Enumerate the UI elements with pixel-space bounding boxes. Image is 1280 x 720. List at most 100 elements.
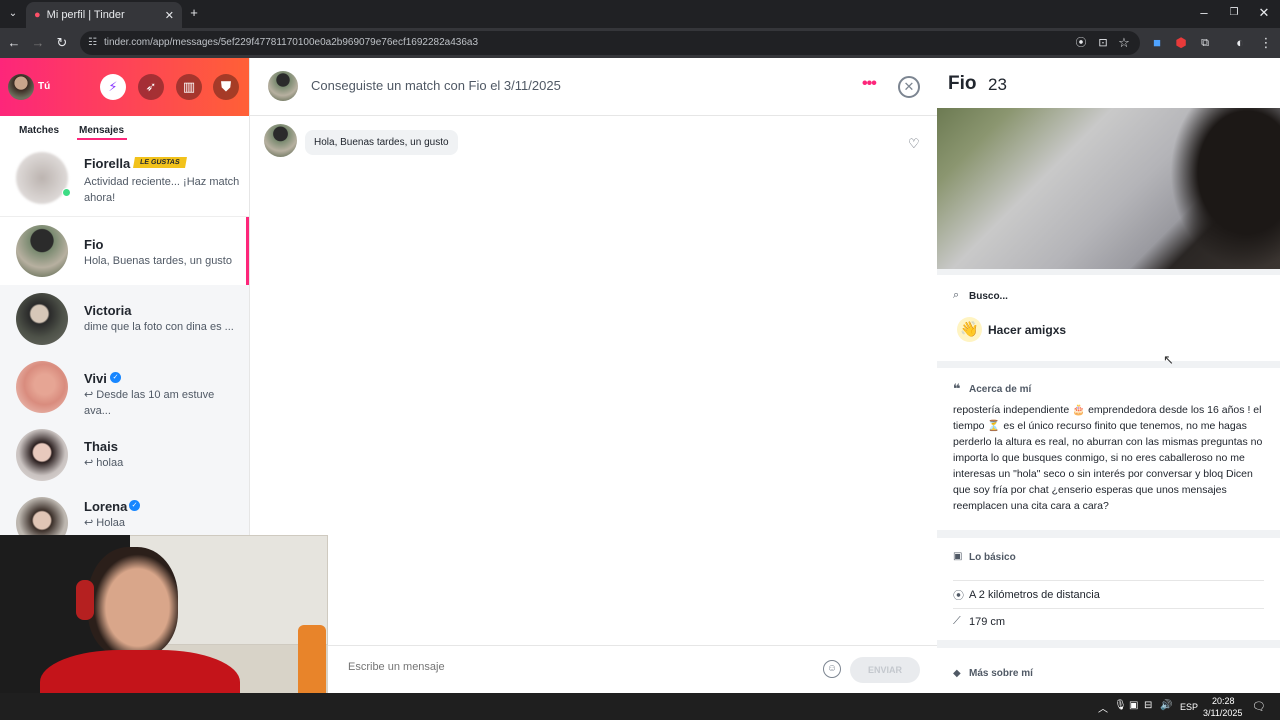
height-text: 179 cm — [969, 616, 1006, 628]
url-text: tinder.com/app/messages/5ef229f477811701… — [104, 37, 479, 48]
message-input[interactable] — [348, 661, 788, 673]
send-button[interactable]: ENVIAR — [850, 657, 920, 683]
ruler-icon: ⟋ — [953, 615, 961, 627]
extensions-puzzle-icon[interactable]: ⧉ — [1197, 36, 1213, 50]
language-indicator[interactable]: ESP — [1180, 702, 1198, 712]
close-chat-icon[interactable]: ✕ — [898, 76, 920, 98]
message-avatar[interactable] — [264, 124, 297, 157]
restore-icon[interactable]: ❐ — [1226, 6, 1242, 20]
new-tab-icon[interactable]: + — [186, 6, 202, 20]
install-app-icon[interactable]: ⊡ — [1095, 36, 1111, 50]
tray-chevron-icon[interactable]: ︿ — [1098, 700, 1108, 715]
conversation-preview: dime que la foto con dina es ... — [84, 321, 234, 333]
avatar — [16, 361, 68, 413]
conversation-item-active[interactable]: Fio Hola, Buenas tardes, un gusto — [0, 216, 249, 286]
extension-red-icon[interactable]: ⬢ — [1173, 36, 1189, 50]
about-me-text: repostería independiente 🎂 emprendedora … — [953, 404, 1263, 512]
looking-for-card: ⌕ Busco... 👋 Hacer amigxs — [937, 275, 1280, 361]
conversation-preview: ↩ Holaa — [84, 517, 126, 529]
conversation-item[interactable]: Vivi ✓ ↩ Desde las 10 am estuve ava... — [0, 353, 249, 421]
tab-matches[interactable]: Matches — [19, 125, 59, 136]
basics-title: Lo básico — [969, 552, 1016, 563]
mouse-cursor-icon: ↖ — [1163, 352, 1174, 367]
bookmark-star-icon[interactable]: ☆ — [1116, 36, 1132, 50]
verified-badge-icon: ✓ — [110, 372, 121, 383]
about-me-title: Acerca de mí — [969, 384, 1032, 395]
webcam-person-head — [88, 547, 178, 657]
back-icon[interactable]: ← — [6, 36, 22, 50]
looking-for-value: Hacer amigxs — [988, 323, 1067, 337]
waving-hand-icon: 👋 — [957, 317, 982, 342]
more-options-icon[interactable]: ••• — [862, 75, 877, 93]
distance-text: A 2 kilómetros de distancia — [969, 589, 1100, 601]
conversation-preview: Actividad reciente... ¡Haz match ahora! — [84, 176, 240, 204]
conversation-preview: ↩ holaa — [84, 457, 124, 469]
minimize-icon[interactable]: – — [1196, 6, 1212, 20]
browser-tab[interactable]: ● Mi perfil | Tinder ✕ — [26, 2, 182, 28]
conversation-preview: Hola, Buenas tardes, un gusto — [84, 255, 232, 267]
conversation-item[interactable]: Victoria dime que la foto con dina es ..… — [0, 285, 249, 353]
conversation-item[interactable]: Fiorella LE GUSTAS Actividad reciente...… — [0, 144, 249, 216]
conversation-name: Victoria — [84, 303, 132, 318]
more-about-me-card: ◆ Más sobre mí — [937, 648, 1280, 693]
profile-photo[interactable] — [937, 108, 1280, 269]
conversation-item[interactable]: Thais ↩ holaa — [0, 421, 249, 489]
network-icon[interactable]: ⊟ — [1144, 700, 1152, 711]
message-input-area: ☺ ENVIAR — [328, 645, 937, 693]
chat-panel: Conseguiste un match con Fio el 3/11/202… — [250, 58, 937, 693]
looking-for-label: Busco... — [969, 291, 1008, 302]
profile-name-card: Fio 23 — [937, 58, 1280, 108]
likes-you-badge: LE GUSTAS — [133, 157, 187, 168]
menu-dots-icon[interactable]: ⋮ — [1258, 36, 1274, 50]
notifications-icon[interactable]: 🗨 — [1252, 700, 1266, 713]
active-tab-underline — [77, 138, 127, 140]
online-indicator-icon — [62, 188, 71, 197]
avatar — [16, 429, 68, 481]
windows-taskbar: ︿ 🎙 ▣ ⊟ 🔊 ESP 20:28 3/11/2025 🗨 — [0, 693, 1280, 720]
conversation-name: Fiorella — [84, 156, 131, 171]
match-avatar[interactable] — [268, 71, 298, 101]
forward-icon[interactable]: → — [30, 36, 46, 50]
location-icon[interactable]: ⦿ — [1073, 36, 1089, 50]
quote-icon: ❝ — [953, 381, 961, 396]
like-message-heart-icon[interactable]: ♡ — [908, 136, 920, 152]
search-icon: ⌕ — [953, 289, 960, 301]
profile-icon[interactable]: ◐ — [1232, 36, 1248, 50]
emoji-icon[interactable]: ☺ — [823, 660, 841, 678]
safety-shield-icon[interactable]: ⛊ — [213, 74, 239, 100]
basics-card: ▣ Lo básico ⦿ A 2 kilómetros de distanci… — [937, 538, 1280, 640]
clock-date[interactable]: 3/11/2025 — [1203, 708, 1242, 718]
volume-icon[interactable]: 🔊 — [1160, 700, 1172, 711]
more-about-me-title: Más sobre mí — [969, 668, 1033, 679]
conversation-name: Fio — [84, 237, 104, 252]
sidebar-header: Tú ⚡ ➶ ▥ ⛊ — [0, 58, 249, 116]
user-avatar[interactable] — [8, 74, 34, 100]
tinder-favicon-icon: ● — [34, 9, 41, 21]
clock-time[interactable]: 20:28 — [1212, 696, 1235, 706]
site-info-icon[interactable]: ☷ — [88, 31, 97, 55]
location-pin-icon: ⦿ — [953, 590, 964, 602]
profile-age: 23 — [988, 75, 1007, 94]
work-briefcase-icon[interactable]: ▥ — [176, 74, 202, 100]
photo-hair-shadow — [1170, 108, 1280, 269]
divider — [953, 608, 1264, 609]
avatar — [16, 293, 68, 345]
tab-close-icon[interactable]: ✕ — [165, 9, 174, 22]
tab-mensajes[interactable]: Mensajes — [79, 125, 124, 136]
tab-title: Mi perfil | Tinder — [46, 9, 125, 21]
microphone-icon[interactable]: 🎙 — [1114, 700, 1127, 711]
extension-blue-icon[interactable]: ■ — [1149, 36, 1165, 50]
tray-app-icon[interactable]: ▣ — [1129, 700, 1138, 711]
tab-list-icon[interactable]: ⌄ — [5, 7, 21, 21]
boost-lightning-icon[interactable]: ⚡ — [100, 74, 126, 100]
explore-compass-icon[interactable]: ➶ — [138, 74, 164, 100]
divider — [953, 580, 1264, 581]
conversation-preview: ↩ Desde las 10 am estuve ava... — [84, 389, 215, 417]
url-bar[interactable]: ☷ tinder.com/app/messages/5ef229f4778117… — [80, 31, 1140, 55]
profile-name: Fio — [948, 73, 977, 94]
message-tabs: Matches Mensajes — [0, 116, 249, 144]
user-label[interactable]: Tú — [38, 81, 50, 92]
close-window-icon[interactable]: ✕ — [1256, 6, 1272, 20]
verified-badge-icon: ✓ — [129, 500, 140, 511]
reload-icon[interactable]: ↻ — [54, 36, 70, 50]
